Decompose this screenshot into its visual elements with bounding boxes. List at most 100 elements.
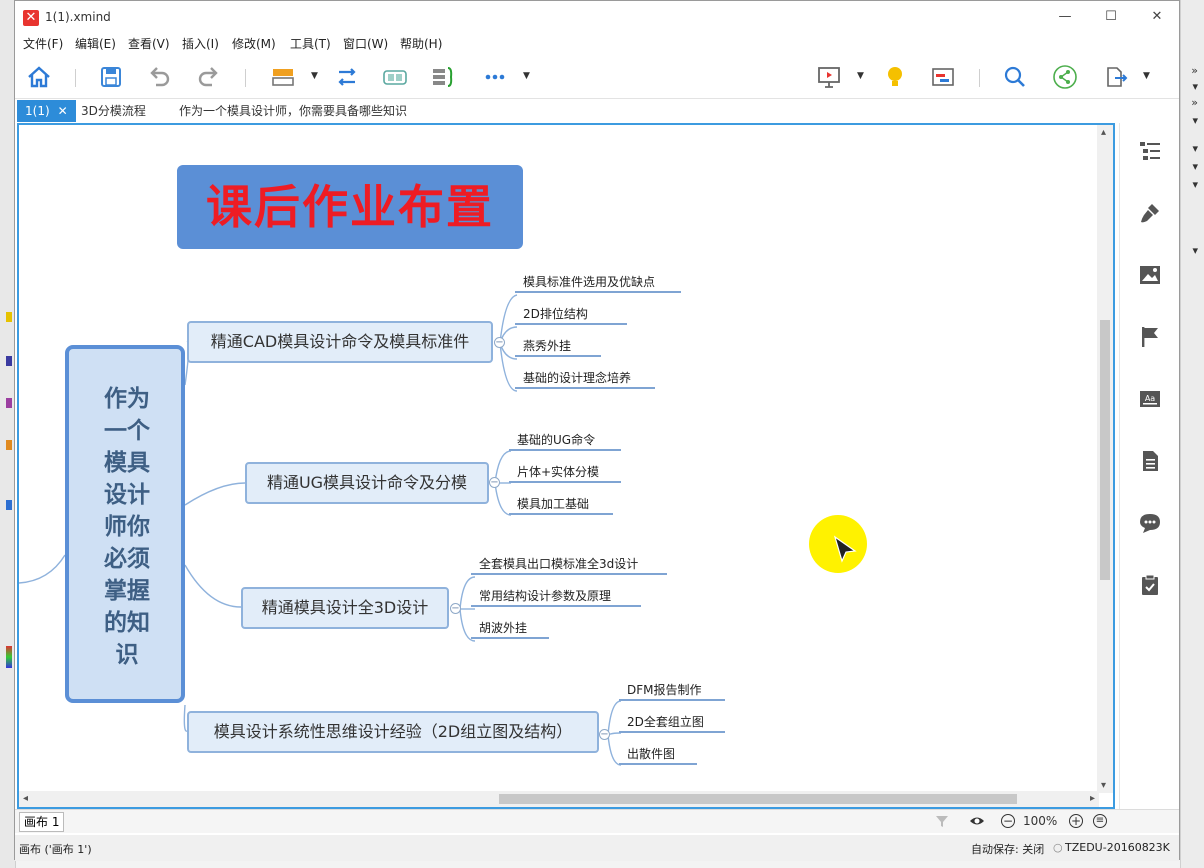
menu-tools[interactable]: 工具(T) [290, 35, 331, 52]
chevron-down-icon[interactable]: ▼ [1143, 71, 1150, 81]
leaf-topic[interactable]: 模具标准件选用及优缺点 [515, 273, 681, 293]
vertical-scroll-thumb[interactable] [1100, 320, 1110, 580]
leaf-topic[interactable]: 全套模具出口模标准全3d设计 [471, 555, 667, 575]
leaf-topic[interactable]: 燕秀外挂 [515, 337, 601, 357]
bg-marker [6, 500, 12, 510]
branch-topic-ug[interactable]: 精通UG模具设计命令及分模 [245, 462, 489, 504]
leaf-topic[interactable]: 常用结构设计参数及原理 [471, 587, 641, 607]
status-autosave: 自动保存: 关闭 [971, 843, 1045, 856]
presentation-icon[interactable] [815, 63, 843, 91]
mindmap-canvas[interactable]: 课后作业布置 作为一个模具设计师你必须掌握的知识 精通CAD模具设计命令及模具标… [17, 123, 1115, 809]
tab-1-1[interactable]: 1(1) ✕ [17, 100, 76, 122]
bg-marker [6, 356, 12, 366]
summary-icon[interactable] [429, 63, 457, 91]
bg-marker [6, 312, 12, 322]
leaf-topic[interactable]: 片体+实体分模 [509, 463, 621, 483]
leaf-topic[interactable]: 2D排位结构 [515, 305, 627, 325]
image-icon[interactable] [1138, 263, 1162, 287]
notes-icon[interactable] [1138, 449, 1162, 473]
mouse-pointer-icon [833, 535, 857, 563]
chevron-down-icon[interactable]: ▼ [311, 71, 318, 81]
marker-flag-icon[interactable] [1138, 325, 1162, 349]
save-icon[interactable] [97, 63, 125, 91]
xmind-window: ✕ 1(1).xmind — ☐ ✕ 文件(F) 编辑(E) 查看(V) 插入(… [14, 0, 1180, 861]
leaf-topic[interactable]: 出散件图 [619, 745, 697, 765]
zoom-out-button[interactable]: − [1001, 814, 1015, 828]
scroll-left-icon[interactable]: ◂ [23, 793, 28, 804]
maximize-button[interactable]: ☐ [1091, 5, 1131, 29]
brainstorm-icon[interactable] [881, 63, 909, 91]
eye-icon[interactable] [969, 814, 985, 831]
cursor-highlight [809, 515, 867, 573]
collapse-toggle[interactable]: − [494, 337, 505, 348]
zoom-in-button[interactable]: + [1069, 814, 1083, 828]
undo-icon[interactable] [145, 63, 173, 91]
share-icon[interactable] [1051, 63, 1079, 91]
task-icon[interactable] [1138, 573, 1162, 597]
leaf-topic[interactable]: 胡波外挂 [471, 619, 549, 639]
relationship-icon[interactable] [333, 63, 361, 91]
gantt-icon[interactable] [929, 63, 957, 91]
leaf-topic[interactable]: DFM报告制作 [619, 681, 725, 701]
text-style-icon[interactable]: Aa [1138, 387, 1162, 411]
leaf-topic[interactable]: 基础的UG命令 [509, 431, 621, 451]
vertical-scrollbar[interactable]: ▴ ▾ [1097, 125, 1113, 793]
toolbar-separator [979, 69, 980, 87]
branch-topic-system-thinking[interactable]: 模具设计系统性思维设计经验（2D组立图及结构） [187, 711, 599, 753]
sheet-bar: 画布 1 − 100% + ≡ [15, 809, 1179, 833]
toolbar-separator [245, 69, 246, 87]
tab-bar: 1(1) ✕ 3D分模流程 作为一个模具设计师，你需要具备哪些知识 [15, 100, 1179, 122]
filter-icon[interactable] [935, 814, 949, 831]
comment-icon[interactable] [1138, 511, 1162, 535]
topic-icon[interactable] [269, 63, 297, 91]
chevron-down-icon[interactable]: ▼ [523, 71, 530, 81]
scroll-right-icon[interactable]: ▸ [1090, 793, 1095, 804]
toolbar: ▼ ▼ ▼ ▼ [15, 55, 1179, 99]
close-window-button[interactable]: ✕ [1137, 5, 1177, 29]
sheet-tab[interactable]: 画布 1 [19, 812, 65, 832]
menu-help[interactable]: 帮助(H) [400, 35, 442, 52]
boundary-icon[interactable] [381, 63, 409, 91]
menu-view[interactable]: 查看(V) [128, 35, 170, 52]
collapse-toggle[interactable]: − [489, 477, 500, 488]
leaf-topic[interactable]: 模具加工基础 [509, 495, 613, 515]
menu-modify[interactable]: 修改(M) [232, 35, 276, 52]
central-topic[interactable]: 作为一个模具设计师你必须掌握的知识 [65, 345, 185, 703]
chevron-down-icon[interactable]: ▼ [857, 71, 864, 81]
minimize-button[interactable]: — [1045, 5, 1085, 29]
scroll-up-icon[interactable]: ▴ [1101, 127, 1106, 138]
header-topic[interactable]: 课后作业布置 [177, 165, 523, 249]
window-title: 1(1).xmind [45, 10, 111, 24]
tab-3d-parting[interactable]: 3D分模流程 [73, 100, 154, 122]
bg-marker [6, 646, 12, 668]
menu-window[interactable]: 窗口(W) [343, 35, 388, 52]
branch-topic-cad[interactable]: 精通CAD模具设计命令及模具标准件 [187, 321, 493, 363]
tab-designer-knowledge[interactable]: 作为一个模具设计师，你需要具备哪些知识 [171, 100, 415, 122]
horizontal-scroll-thumb[interactable] [499, 794, 1017, 804]
xmind-logo-icon: ✕ [23, 10, 39, 26]
collapse-toggle[interactable]: − [599, 729, 610, 740]
collapse-toggle[interactable]: − [450, 603, 461, 614]
leaf-topic[interactable]: 基础的设计理念培养 [515, 369, 655, 389]
menu-insert[interactable]: 插入(I) [182, 35, 219, 52]
search-icon[interactable] [1001, 63, 1029, 91]
outline-icon[interactable] [1138, 139, 1162, 163]
leaf-topic[interactable]: 2D全套组立图 [619, 713, 725, 733]
branch-topic-3d[interactable]: 精通模具设计全3D设计 [241, 587, 449, 629]
more-icon[interactable] [481, 63, 509, 91]
header-title: 课后作业布置 [206, 180, 494, 234]
status-dot-icon: ○ [1053, 841, 1063, 854]
export-icon[interactable] [1101, 63, 1129, 91]
horizontal-scrollbar[interactable]: ◂ ▸ [19, 791, 1099, 807]
scroll-down-icon[interactable]: ▾ [1101, 780, 1106, 791]
fit-map-button[interactable]: ≡ [1093, 814, 1107, 828]
close-icon[interactable]: ✕ [58, 104, 68, 118]
redo-icon[interactable] [195, 63, 223, 91]
home-icon[interactable] [25, 63, 53, 91]
menu-edit[interactable]: 编辑(E) [75, 35, 116, 52]
status-bar: 画布 ('画布 1') 自动保存: 关闭 ○ TZEDU-20160823K [15, 835, 1179, 861]
toolbar-separator [75, 69, 76, 87]
format-brush-icon[interactable] [1138, 201, 1162, 225]
menu-file[interactable]: 文件(F) [23, 35, 63, 52]
central-topic-text: 作为一个模具设计师你必须掌握的知识 [104, 386, 150, 668]
